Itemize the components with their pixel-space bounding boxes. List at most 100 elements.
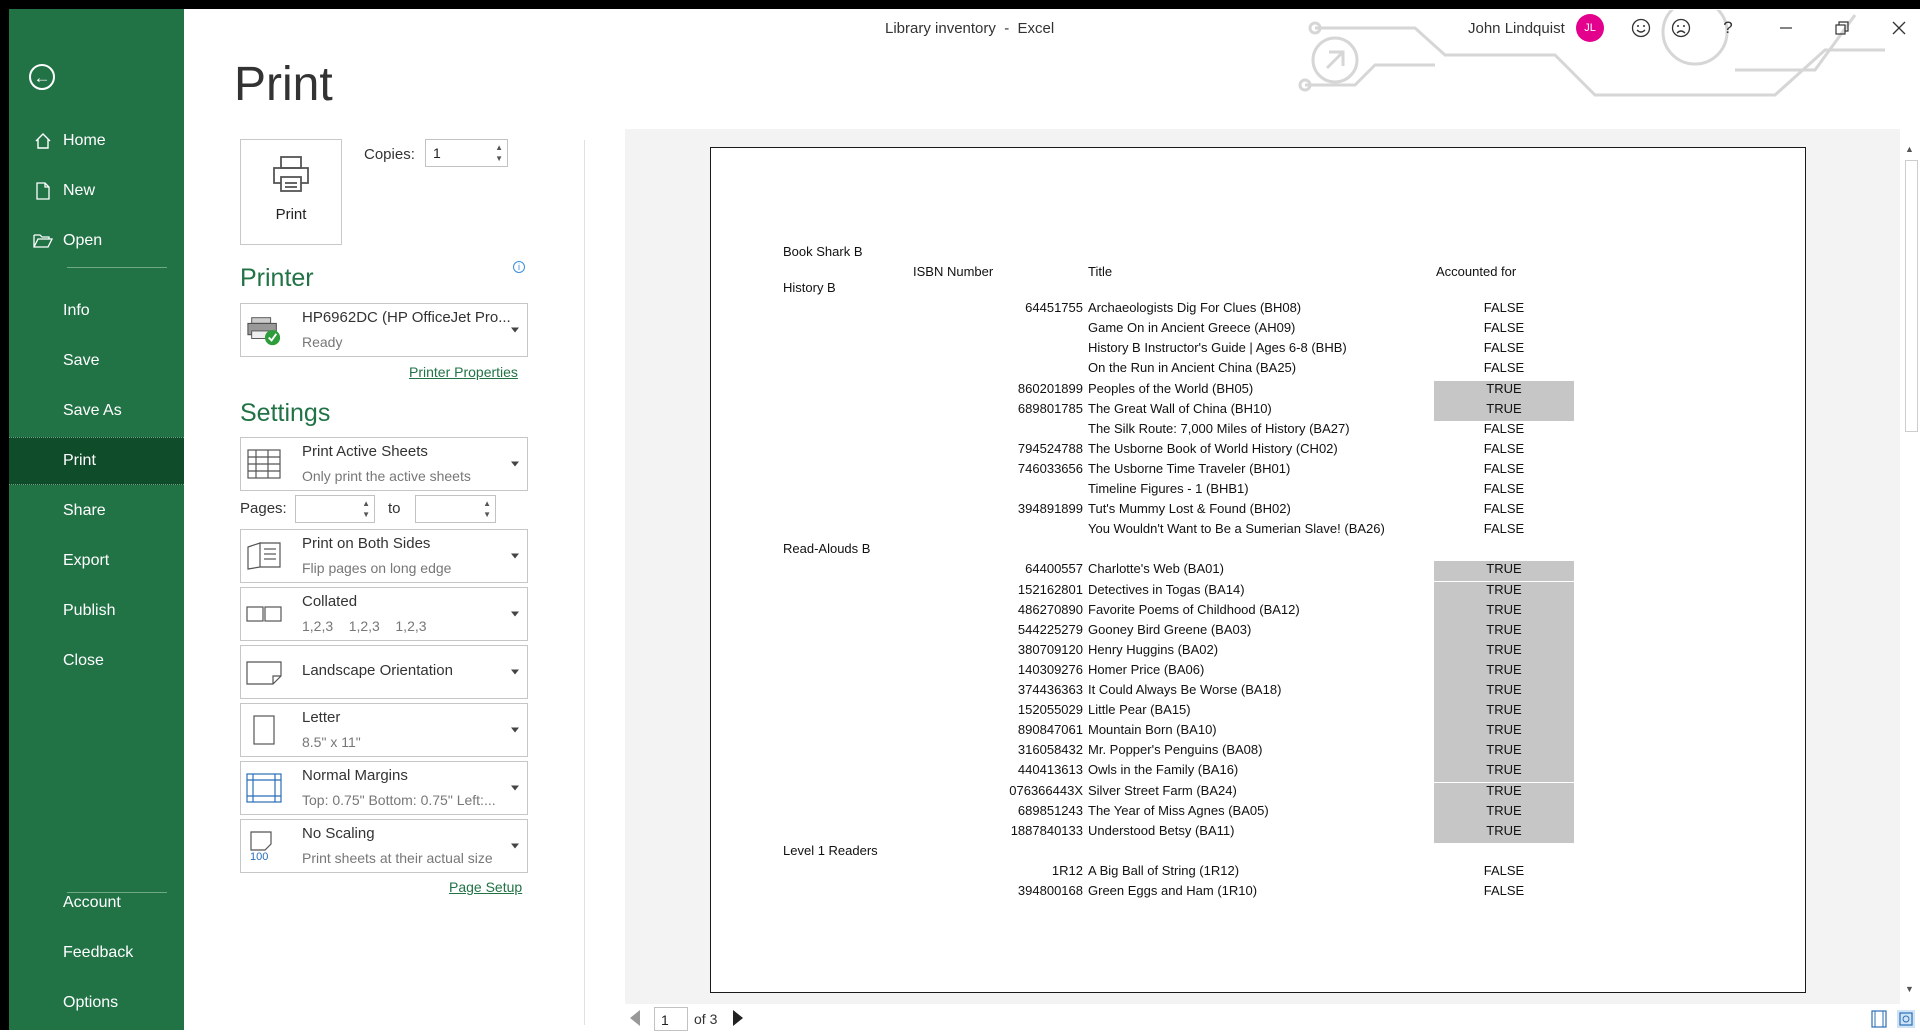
sidebar-item-label: Publish bbox=[63, 602, 116, 619]
margins-select[interactable]: Normal Margins Top: 0.75" Bottom: 0.75" … bbox=[240, 761, 528, 815]
table-row: 486270890 Favorite Poems of Childhood (BA… bbox=[711, 601, 1805, 622]
title-cell: Peoples of the World (BH05) bbox=[1088, 380, 1254, 396]
setting-title: Landscape Orientation bbox=[302, 662, 453, 679]
setting-title: Collated bbox=[302, 593, 358, 610]
accounted-cell: TRUE bbox=[1434, 782, 1574, 803]
table-row: 076366443X Silver Street Farm (BA24) TRUE bbox=[711, 782, 1805, 803]
sidebar-item-export[interactable]: Export bbox=[9, 537, 184, 585]
printer-select[interactable]: HP6962DC (HP OfficeJet Pro... Ready bbox=[240, 303, 528, 357]
print-what-select[interactable]: Print Active Sheets Only print the activ… bbox=[240, 437, 528, 491]
accounted-cell: TRUE bbox=[1434, 762, 1574, 783]
sidebar-item-label: Close bbox=[63, 652, 104, 669]
spin-down-icon[interactable]: ▼ bbox=[483, 511, 491, 519]
isbn-cell: 689851243 bbox=[1017, 802, 1083, 818]
current-page-input[interactable]: 1 bbox=[654, 1007, 688, 1031]
window-title: Library inventory - Excel bbox=[885, 20, 1055, 37]
zoom-to-page-icon[interactable] bbox=[1897, 1010, 1915, 1028]
sidebar-item-label: Home bbox=[63, 132, 106, 149]
previous-page-icon[interactable] bbox=[630, 1010, 640, 1026]
pages-from-input[interactable]: ▲ ▼ bbox=[295, 495, 375, 523]
paper-size-select[interactable]: Letter 8.5" x 11" bbox=[240, 703, 528, 757]
back-arrow-icon[interactable]: ← bbox=[29, 64, 55, 90]
isbn-cell: 860201899 bbox=[1017, 380, 1083, 396]
table-row: 140309276 Homer Price (BA06) TRUE bbox=[711, 661, 1805, 682]
spin-up-icon[interactable]: ▲ bbox=[483, 500, 491, 508]
accounted-cell: TRUE bbox=[1434, 802, 1574, 823]
scrollbar-thumb[interactable] bbox=[1905, 160, 1918, 432]
sidebar-item-label: Info bbox=[63, 302, 90, 319]
pages-to-input[interactable]: ▲ ▼ bbox=[415, 495, 496, 523]
sidebar-item-publish[interactable]: Publish bbox=[9, 587, 184, 635]
title-cell: Henry Huggins (BA02) bbox=[1088, 641, 1219, 657]
page-setup-link[interactable]: Page Setup bbox=[449, 879, 522, 895]
accounted-cell: FALSE bbox=[1483, 501, 1525, 517]
paper-page-icon bbox=[246, 714, 282, 746]
close-icon[interactable] bbox=[1885, 14, 1913, 42]
title-cell: The Great Wall of China (BH10) bbox=[1088, 400, 1272, 416]
sidebar-item-close[interactable]: Close bbox=[9, 637, 184, 685]
minimize-icon[interactable] bbox=[1772, 14, 1800, 42]
collation-select[interactable]: Collated 1,2,3 1,2,3 1,2,3 bbox=[240, 587, 528, 641]
sidebar-item-options[interactable]: Options bbox=[9, 979, 184, 1027]
accounted-cell: TRUE bbox=[1434, 581, 1574, 602]
accounted-cell: FALSE bbox=[1483, 420, 1525, 436]
table-row: Timeline Figures - 1 (BHB1) FALSE bbox=[711, 481, 1805, 501]
accounted-cell: TRUE bbox=[1434, 702, 1574, 723]
title-cell: Favorite Poems of Childhood (BA12) bbox=[1088, 601, 1300, 617]
user-name[interactable]: John Lindquist bbox=[1468, 20, 1565, 37]
frown-icon[interactable] bbox=[1667, 14, 1695, 42]
avatar[interactable]: JL bbox=[1576, 14, 1604, 42]
column-header-accounted: Accounted for bbox=[1436, 264, 1517, 279]
next-page-icon[interactable] bbox=[733, 1010, 743, 1026]
copies-stepper[interactable]: 1 ▲ ▼ bbox=[425, 139, 508, 167]
isbn-cell: 890847061 bbox=[1017, 722, 1083, 738]
spin-down-icon[interactable]: ▼ bbox=[495, 155, 503, 163]
window-left-border bbox=[0, 0, 9, 1030]
sidebar-item-open[interactable]: Open bbox=[9, 217, 184, 265]
title-cell: Timeline Figures - 1 (BHB1) bbox=[1088, 481, 1249, 496]
sidebar-item-save[interactable]: Save bbox=[9, 337, 184, 385]
title-cell: Silver Street Farm (BA24) bbox=[1088, 782, 1237, 798]
accounted-cell: FALSE bbox=[1483, 460, 1525, 476]
sidebar-item-save-as[interactable]: Save As bbox=[9, 387, 184, 435]
print-preview-page: Book Shark B ISBN Number Title Accounted… bbox=[710, 147, 1806, 993]
sidebar-item-info[interactable]: Info bbox=[9, 287, 184, 335]
title-cell: Gooney Bird Greene (BA03) bbox=[1088, 621, 1252, 637]
table-row: On the Run in Ancient China (BA25) FALSE bbox=[711, 360, 1805, 380]
chevron-down-icon bbox=[511, 669, 519, 675]
spin-up-icon[interactable]: ▲ bbox=[495, 144, 503, 152]
printer-properties-link[interactable]: Printer Properties bbox=[409, 364, 518, 380]
table-row: 860201899 Peoples of the World (BH05) TRUE bbox=[711, 380, 1805, 401]
sidebar-item-label: Options bbox=[63, 994, 119, 1011]
sidebar-item-print[interactable]: Print bbox=[9, 437, 184, 485]
print-button[interactable]: Print bbox=[240, 139, 342, 245]
margins-icon bbox=[246, 772, 282, 804]
duplex-select[interactable]: Print on Both Sides Flip pages on long e… bbox=[240, 529, 528, 583]
smile-icon[interactable] bbox=[1627, 14, 1655, 42]
sidebar-item-account[interactable]: Account bbox=[9, 879, 184, 927]
table-row: 64400557 Charlotte's Web (BA01) TRUE bbox=[711, 561, 1805, 582]
isbn-cell: 152055029 bbox=[1017, 702, 1083, 718]
title-cell: You Wouldn't Want to Be a Sumerian Slave… bbox=[1088, 521, 1385, 537]
scroll-up-icon[interactable]: ▲ bbox=[1905, 144, 1914, 154]
spin-up-icon[interactable]: ▲ bbox=[362, 500, 370, 508]
info-icon[interactable]: i bbox=[513, 261, 525, 273]
sidebar-item-label: New bbox=[63, 182, 96, 199]
orientation-select[interactable]: Landscape Orientation bbox=[240, 645, 528, 699]
chevron-down-icon bbox=[511, 727, 519, 733]
sidebar-item-new[interactable]: New bbox=[9, 167, 184, 215]
sidebar-item-feedback[interactable]: Feedback bbox=[9, 929, 184, 977]
scaling-select[interactable]: 100 No Scaling Print sheets at their act… bbox=[240, 819, 528, 873]
sidebar-item-home[interactable]: Home bbox=[9, 117, 184, 165]
help-button[interactable]: ? bbox=[1714, 14, 1742, 42]
title-cell: Mountain Born (BA10) bbox=[1088, 722, 1217, 738]
sidebar-item-share[interactable]: Share bbox=[9, 487, 184, 535]
home-icon bbox=[31, 132, 55, 150]
scroll-down-icon[interactable]: ▼ bbox=[1905, 984, 1914, 994]
title-cell: Green Eggs and Ham (1R10) bbox=[1088, 883, 1258, 898]
show-margins-icon[interactable] bbox=[1870, 1010, 1888, 1028]
spin-down-icon[interactable]: ▼ bbox=[362, 511, 370, 519]
sidebar-item-label: Print bbox=[63, 452, 96, 469]
restore-icon[interactable] bbox=[1828, 14, 1856, 42]
printer-icon bbox=[273, 156, 309, 192]
